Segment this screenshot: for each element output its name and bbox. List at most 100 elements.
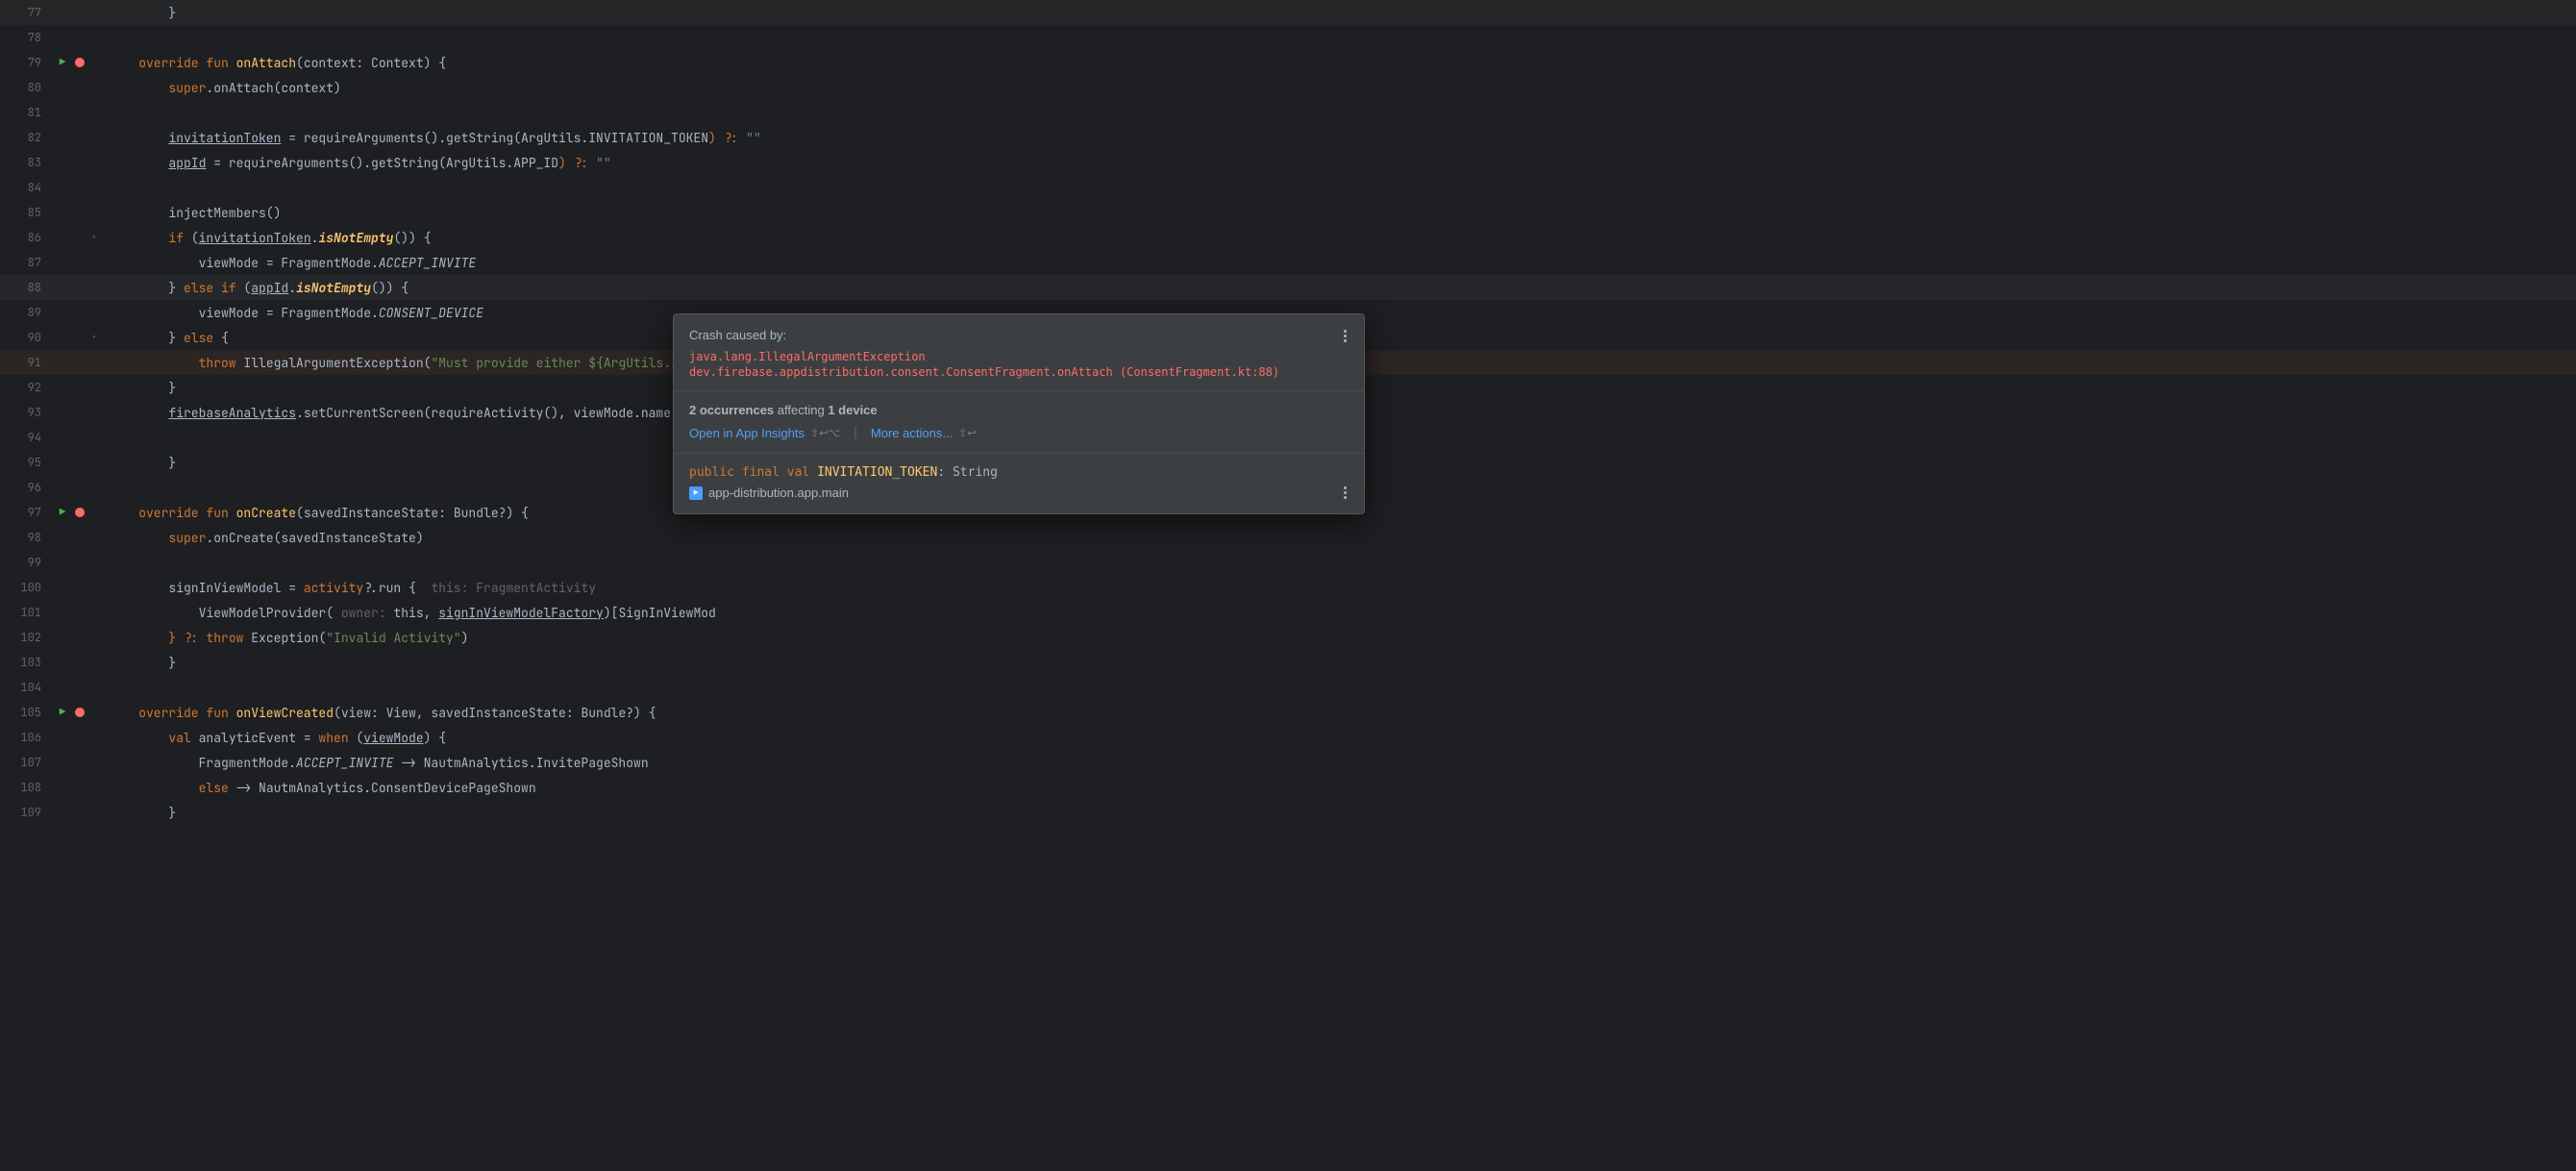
code-content: } else if (appId.isNotEmpty()) {: [101, 280, 2557, 296]
token: else: [199, 780, 229, 796]
code-line[interactable]: 81: [0, 100, 2576, 125]
token: }: [168, 805, 176, 821]
breakpoint-dot[interactable]: [75, 508, 85, 517]
line-number: 90: [0, 330, 53, 345]
popup-bottom-menu-button[interactable]: [1335, 483, 1354, 502]
code-line[interactable]: 104: [0, 675, 2576, 700]
token: viewMode: [363, 730, 423, 746]
code-area[interactable]: 77 }7879▶ override fun onAttach(context:…: [0, 0, 2576, 1171]
code-val: val: [787, 465, 817, 480]
code-line[interactable]: 108 else -> NautmAnalytics.ConsentDevice…: [0, 775, 2576, 800]
token: ) ?:: [558, 155, 596, 171]
code-content: appId = requireArguments().getString(Arg…: [101, 155, 2557, 171]
gutter-icon[interactable]: ▶: [53, 56, 72, 69]
open-insights-shortcut: ⇧↩⌥: [810, 427, 840, 439]
line-number: 81: [0, 105, 53, 120]
token: , savedInstanceState:: [416, 705, 582, 721]
line-number: 109: [0, 805, 53, 820]
breakpoint-area[interactable]: [72, 708, 87, 717]
code-content: if (invitationToken.isNotEmpty()) {: [101, 230, 2557, 246]
code-line[interactable]: 82 invitationToken = requireArguments().…: [0, 125, 2576, 150]
line-number: 77: [0, 5, 53, 20]
line-number: 105: [0, 705, 53, 720]
code-line[interactable]: 78: [0, 25, 2576, 50]
code-line[interactable]: 107 FragmentMode.ACCEPT_INVITE -> NautmA…: [0, 750, 2576, 775]
token: INVITATION_TOKEN: [588, 130, 708, 146]
code-line[interactable]: 83 appId = requireArguments().getString(…: [0, 150, 2576, 175]
token: ACCEPT_INVITE: [296, 755, 393, 771]
token: firebaseAnalytics: [168, 405, 296, 421]
code-content: }: [101, 655, 2557, 671]
breakpoint-area[interactable]: [72, 508, 87, 517]
code-content: FragmentMode.ACCEPT_INVITE -> NautmAnaly…: [101, 755, 2557, 771]
token: isNotEmpty: [296, 280, 371, 296]
code-content: } ?: throw Exception("Invalid Activity"): [101, 630, 2557, 646]
more-actions-link[interactable]: More actions...: [871, 426, 953, 440]
fold-area[interactable]: ▾: [87, 332, 101, 343]
line-number: 83: [0, 155, 53, 170]
token: }: [168, 455, 176, 471]
crash-exception-location: dev.firebase.appdistribution.consent.Con…: [689, 365, 1349, 379]
token: (: [184, 230, 199, 246]
breakpoint-dot[interactable]: [75, 58, 85, 67]
code-line[interactable]: 79▶ override fun onAttach(context: Conte…: [0, 50, 2576, 75]
token: = requireArguments().getString(ArgUtils.: [281, 130, 588, 146]
crash-popup: Crash caused by: java.lang.IllegalArgume…: [673, 313, 1365, 514]
line-number: 95: [0, 455, 53, 470]
fold-arrow-icon[interactable]: ▾: [91, 332, 96, 343]
code-line[interactable]: 87 viewMode = FragmentMode.ACCEPT_INVITE: [0, 250, 2576, 275]
token: (view:: [334, 705, 386, 721]
code-token-name: INVITATION_TOKEN: [817, 465, 937, 480]
line-number: 86: [0, 230, 53, 245]
run-icon[interactable]: ▶: [60, 506, 66, 519]
line-number: 103: [0, 655, 53, 670]
affecting-label: affecting: [778, 403, 829, 417]
code-line[interactable]: 77 }: [0, 0, 2576, 25]
code-line[interactable]: 103 }: [0, 650, 2576, 675]
fold-arrow-icon[interactable]: ▾: [91, 232, 96, 243]
line-number: 94: [0, 430, 53, 445]
code-line[interactable]: 85 injectMembers(): [0, 200, 2576, 225]
fold-area[interactable]: ▾: [87, 232, 101, 243]
line-number: 79: [0, 55, 53, 70]
code-line[interactable]: 101 ViewModelProvider( owner: this, sign…: [0, 600, 2576, 625]
line-number: 78: [0, 30, 53, 45]
popup-top-menu-button[interactable]: [1335, 326, 1354, 345]
code-line[interactable]: 100 signInViewModel = activity?.run { th…: [0, 575, 2576, 600]
line-number: 80: [0, 80, 53, 95]
breakpoint-dot[interactable]: [75, 708, 85, 717]
token: appId: [168, 155, 206, 171]
run-icon[interactable]: ▶: [60, 56, 66, 69]
code-line[interactable]: 102 } ?: throw Exception("Invalid Activi…: [0, 625, 2576, 650]
code-line[interactable]: 106 val analyticEvent = when (viewMode) …: [0, 725, 2576, 750]
code-content: }: [101, 805, 2557, 821]
line-number: 100: [0, 580, 53, 595]
token: invitationToken: [168, 130, 281, 146]
run-icon[interactable]: ▶: [60, 706, 66, 719]
open-in-app-insights-link[interactable]: Open in App Insights: [689, 426, 805, 440]
line-number: 87: [0, 255, 53, 270]
code-line[interactable]: 105▶ override fun onViewCreated(view: Vi…: [0, 700, 2576, 725]
token: }: [168, 330, 184, 346]
code-line[interactable]: 99: [0, 550, 2576, 575]
gutter-icon[interactable]: ▶: [53, 706, 72, 719]
code-final: final: [742, 465, 787, 480]
code-line[interactable]: 88 } else if (appId.isNotEmpty()) {: [0, 275, 2576, 300]
token: .setCurrentScreen(requireActivity(),: [296, 405, 574, 421]
token: throw: [206, 630, 243, 646]
code-line[interactable]: 86 ▾ if (invitationToken.isNotEmpty()) {: [0, 225, 2576, 250]
line-number: 93: [0, 405, 53, 420]
gutter-icon[interactable]: ▶: [53, 506, 72, 519]
code-content: injectMembers(): [101, 205, 2557, 221]
token: ): [461, 630, 469, 646]
code-line[interactable]: 109 }: [0, 800, 2576, 825]
token: onCreate: [236, 505, 296, 521]
device-count: 1 device: [828, 403, 877, 417]
line-number: 102: [0, 630, 53, 645]
code-line[interactable]: 80 super.onAttach(context): [0, 75, 2576, 100]
token: }: [168, 380, 176, 396]
breakpoint-area[interactable]: [72, 58, 87, 67]
code-line[interactable]: 98 super.onCreate(savedInstanceState): [0, 525, 2576, 550]
code-line[interactable]: 84: [0, 175, 2576, 200]
token: ()) {: [371, 280, 409, 296]
